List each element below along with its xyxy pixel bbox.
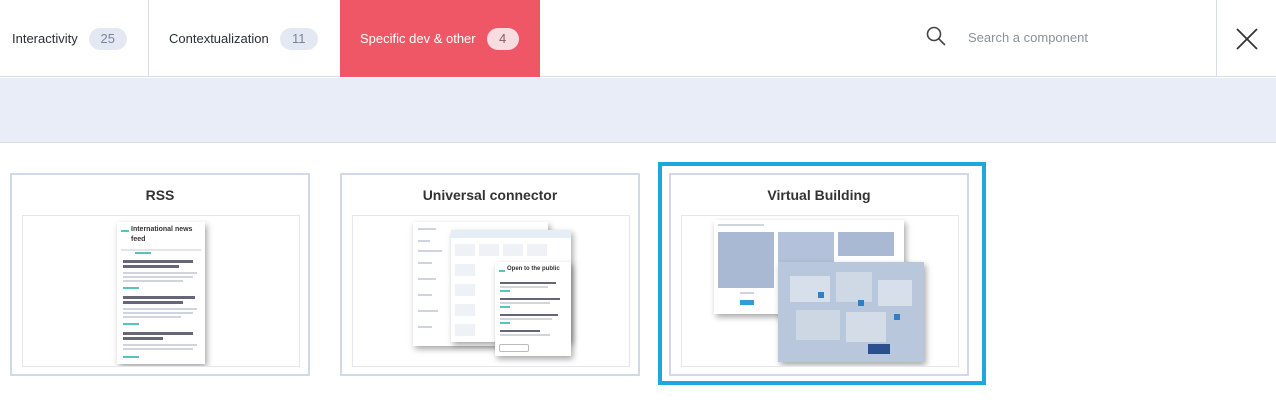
filter-band	[0, 78, 1276, 143]
search-input[interactable]	[960, 24, 1200, 50]
component-card-rss[interactable]: RSS International news feed	[10, 173, 310, 376]
tab-specific-dev-other[interactable]: Specific dev & other 4	[340, 0, 540, 77]
tab-contextualization[interactable]: Contextualization 11	[149, 0, 340, 77]
card-title: Universal connector	[422, 187, 558, 203]
building-preview-3d-view	[778, 262, 924, 362]
tab-count-badge: 11	[279, 27, 318, 50]
rss-preview-heading: International news feed	[131, 226, 193, 243]
card-preview-virtual-building	[681, 215, 959, 367]
card-title: RSS	[145, 187, 175, 203]
card-preview-universal-connector: Open to the public	[352, 215, 630, 367]
connector-preview-popup: Open to the public	[495, 262, 571, 356]
tab-label: Specific dev & other	[360, 31, 476, 46]
close-icon	[1235, 27, 1258, 50]
tab-interactivity[interactable]: Interactivity 25	[0, 0, 149, 77]
tab-count-badge: 4	[486, 27, 519, 50]
component-card-virtual-building[interactable]: Virtual Building	[669, 173, 969, 376]
connector-preview-heading: Open to the public	[507, 266, 560, 272]
component-tabs-bar: Interactivity 25 Contextualization 11 Sp…	[0, 0, 1276, 77]
close-button[interactable]	[1216, 0, 1276, 77]
search-icon[interactable]	[926, 26, 946, 46]
card-title: Virtual Building	[767, 187, 871, 203]
tab-label: Interactivity	[12, 31, 78, 46]
component-card-universal-connector[interactable]: Universal connector Open to the public	[340, 173, 640, 376]
rss-preview-thumbnail: International news feed	[117, 222, 205, 364]
tab-label: Contextualization	[169, 31, 269, 46]
card-preview-rss: International news feed	[22, 215, 300, 367]
tab-count-badge: 25	[88, 27, 127, 50]
